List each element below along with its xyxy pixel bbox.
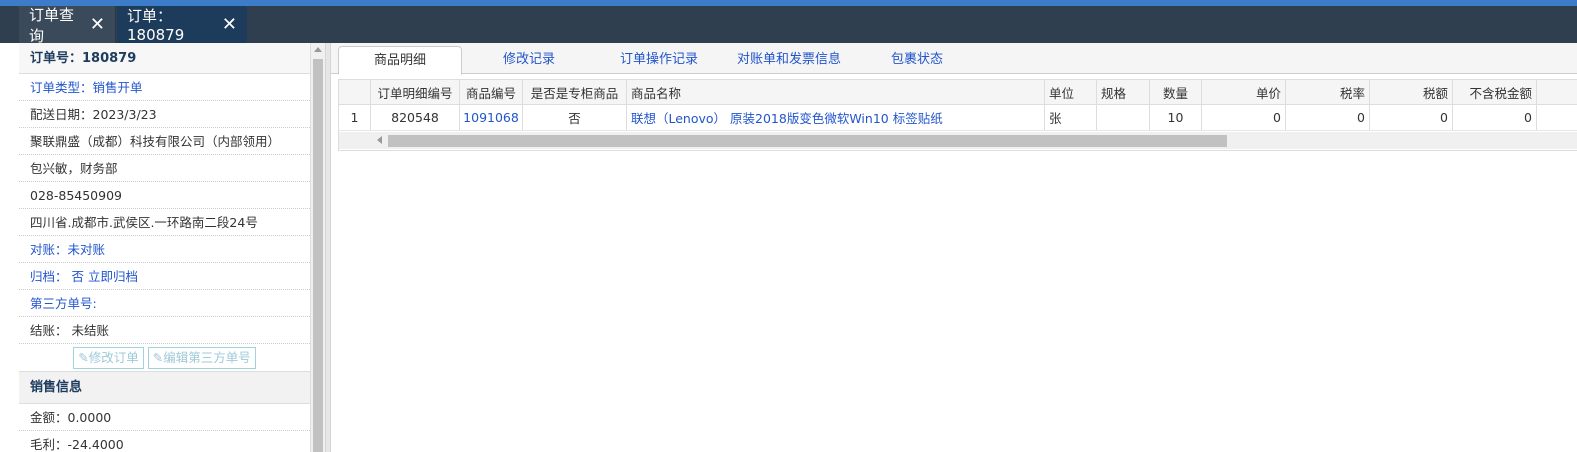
product-grid: 订单明细编号 商品编号 是否是专柜商品 商品名称 单位 规格 数量 单价 税率 …	[338, 79, 1577, 151]
table-row[interactable]: 1 820548 1091068 否 联想（Lenovo） 原装2018版变色微…	[339, 105, 1577, 131]
column-header[interactable]: 单位	[1045, 80, 1097, 104]
column-header[interactable]: 单价	[1202, 80, 1286, 104]
tab-edit-history[interactable]: 修改记录	[479, 46, 579, 74]
scrollbar-thumb[interactable]	[388, 135, 1227, 147]
column-header[interactable]: 数量	[1150, 80, 1202, 104]
settle-label: 结账：	[30, 323, 68, 338]
edit-order-button[interactable]: ✎修改订单	[73, 346, 144, 369]
unit-price-cell: 0	[1202, 105, 1286, 130]
column-header-overflow	[1537, 80, 1577, 104]
column-header	[339, 80, 371, 104]
settle-status: 结账： 未结账	[19, 317, 310, 344]
grid-header: 订单明细编号 商品编号 是否是专柜商品 商品名称 单位 规格 数量 单价 税率 …	[339, 80, 1577, 105]
order-action-buttons: ✎修改订单 ✎编辑第三方单号	[19, 344, 310, 372]
column-header[interactable]: 是否是专柜商品	[523, 80, 627, 104]
column-header[interactable]: 商品名称	[627, 80, 1045, 104]
unit-cell: 张	[1045, 105, 1097, 130]
order-type: 订单类型：销售开单	[19, 74, 310, 101]
settle-value: 未结账	[71, 323, 110, 338]
tab-operation-log[interactable]: 订单操作记录	[603, 46, 715, 74]
tab-order-query[interactable]: 订单查询 ✕	[19, 5, 116, 45]
left-panel-scrollbar[interactable]	[311, 43, 325, 452]
column-header[interactable]: 规格	[1097, 80, 1150, 104]
tab-label: 订单：180879	[127, 7, 185, 44]
tax-rate-cell: 0	[1286, 105, 1370, 130]
third-party-number: 第三方单号:	[19, 290, 310, 317]
sales-profit: 毛利：-24.4000	[19, 431, 310, 452]
detail-tabs: 商品明细 修改记录 订单操作记录 对账单和发票信息 包裹状态	[331, 43, 1577, 75]
column-header[interactable]: 税额	[1370, 80, 1453, 104]
sales-amount: 金额：0.0000	[19, 404, 310, 431]
phone-number: 028-85450909	[19, 182, 310, 209]
edit-icon: ✎	[78, 349, 89, 365]
delivery-date: 配送日期：2023/3/23	[19, 101, 310, 128]
order-info-panel: 订单号：180879 订单类型：销售开单 配送日期：2023/3/23 聚联鼎盛…	[19, 43, 311, 452]
contact-person: 包兴敏，财务部	[19, 155, 310, 182]
column-header[interactable]: 订单明细编号	[371, 80, 460, 104]
tab-order-detail[interactable]: 订单：180879 ✕	[117, 6, 247, 44]
scroll-up-icon[interactable]	[314, 47, 322, 52]
quantity-cell: 10	[1150, 105, 1202, 130]
order-number-title: 订单号：180879	[19, 43, 310, 74]
counter-product-cell: 否	[523, 105, 627, 130]
edit-third-party-button[interactable]: ✎编辑第三方单号	[147, 346, 256, 369]
column-header[interactable]: 商品编号	[460, 80, 523, 104]
spec-cell	[1097, 105, 1150, 130]
address: 四川省.成都市.武侯区.一环路南二段24号	[19, 209, 310, 236]
archive-link[interactable]: 否 立即归档	[72, 269, 138, 284]
scroll-left-icon[interactable]	[377, 136, 382, 144]
tab-package-status[interactable]: 包裹状态	[877, 46, 957, 74]
detail-id-cell: 820548	[371, 105, 460, 130]
row-number: 1	[339, 105, 371, 130]
close-icon[interactable]: ✕	[222, 15, 237, 34]
product-name-link[interactable]: 联想（Lenovo） 原装2018版变色微软Win10 标签贴纸	[627, 105, 1045, 130]
grid-horizontal-scrollbar[interactable]	[339, 132, 1577, 149]
column-header[interactable]: 税率	[1286, 80, 1370, 104]
archive-status: 归档： 否 立即归档	[19, 263, 310, 290]
scrollbar-thumb[interactable]	[313, 59, 323, 452]
product-code-link[interactable]: 1091068	[460, 105, 523, 130]
reconcile-status: 对账：未对账	[19, 236, 310, 263]
sales-info-title: 销售信息	[19, 372, 310, 404]
column-header[interactable]: 不含税金额	[1453, 80, 1537, 104]
row-overflow	[1537, 105, 1577, 130]
close-icon[interactable]: ✕	[90, 15, 105, 34]
tax-amount-cell: 0	[1370, 105, 1453, 130]
edit-icon: ✎	[152, 349, 164, 365]
order-detail-main: 商品明细 修改记录 订单操作记录 对账单和发票信息 包裹状态 订单明细编号 商品…	[331, 43, 1577, 452]
edit-third-label: 编辑第三方单号	[163, 349, 251, 365]
tab-product-details[interactable]: 商品明细	[338, 46, 462, 75]
archive-label: 归档：	[30, 269, 68, 284]
edit-order-label: 修改订单	[88, 349, 139, 365]
net-amount-cell: 0	[1453, 105, 1537, 130]
tab-label: 订单查询	[29, 5, 75, 45]
tab-statement-invoice[interactable]: 对账单和发票信息	[729, 46, 849, 74]
company-name: 聚联鼎盛（成都）科技有限公司（内部领用）	[19, 128, 310, 155]
top-tab-bar: 订单查询 ✕ 订单：180879 ✕	[0, 5, 1577, 45]
